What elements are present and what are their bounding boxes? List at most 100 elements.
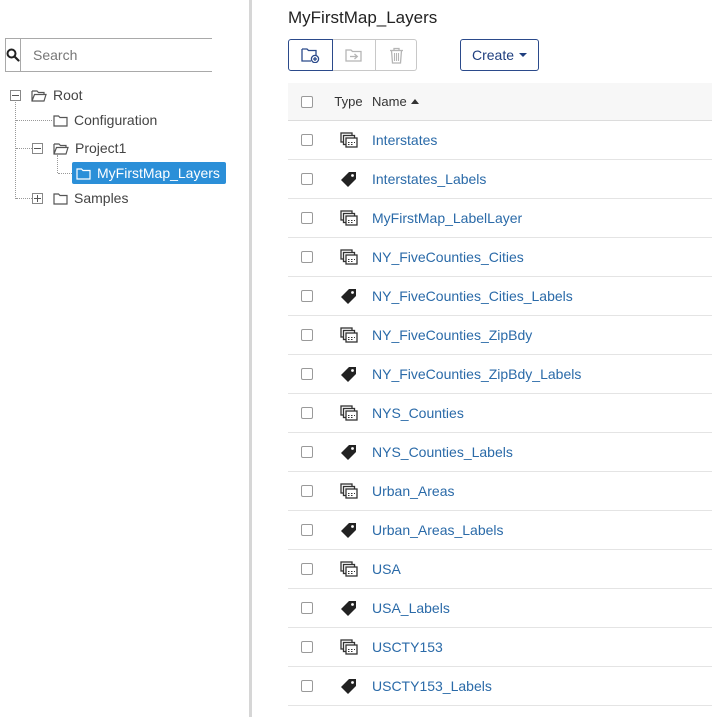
folder-icon: [76, 167, 91, 180]
tree-line: [15, 100, 16, 199]
search-icon: [6, 48, 20, 62]
table-row[interactable]: USA: [288, 550, 712, 589]
tree-node-samples[interactable]: Samples: [53, 187, 128, 209]
panel-splitter[interactable]: [249, 0, 252, 717]
table-body: Interstates Interstates_Labels MyFirstMap_…: [288, 121, 712, 706]
tree-line: [58, 173, 72, 174]
create-label: Create: [471, 47, 515, 63]
row-checkbox[interactable]: [300, 251, 313, 263]
layer-icon: [325, 326, 372, 344]
collapse-root-toggle[interactable]: [10, 90, 21, 101]
tag-icon: [325, 444, 372, 461]
page-title: MyFirstMap_Layers: [288, 8, 438, 27]
row-checkbox[interactable]: [300, 680, 313, 692]
search-input[interactable]: [21, 39, 214, 71]
sort-ascending-icon: [410, 99, 419, 105]
table-row[interactable]: NYS_Counties_Labels: [288, 433, 712, 472]
expand-samples-toggle[interactable]: [32, 193, 43, 204]
row-checkbox[interactable]: [300, 446, 313, 458]
table-row[interactable]: NY_FiveCounties_Cities: [288, 238, 712, 277]
item-name-link[interactable]: Urban_Areas_Labels: [372, 522, 504, 538]
create-dropdown-button[interactable]: Create: [460, 39, 539, 71]
row-checkbox[interactable]: [300, 368, 313, 380]
layer-icon: [325, 482, 372, 500]
new-folder-icon: [301, 48, 320, 63]
tree-node-label: MyFirstMap_Layers: [97, 165, 220, 181]
tree-node-label: Configuration: [74, 112, 158, 128]
tree-node-label: Samples: [74, 190, 129, 206]
row-checkbox[interactable]: [300, 602, 313, 614]
tree-node-myfirstmap-layers[interactable]: MyFirstMap_Layers: [72, 162, 226, 184]
item-name-link[interactable]: NY_FiveCounties_Cities_Labels: [372, 288, 573, 304]
move-button[interactable]: [333, 39, 376, 71]
item-name-link[interactable]: NY_FiveCounties_ZipBdy_Labels: [372, 366, 581, 382]
layer-icon: [325, 248, 372, 266]
select-all-checkbox[interactable]: [300, 95, 313, 108]
tree-node-configuration[interactable]: Configuration: [53, 109, 157, 131]
tag-icon: [325, 288, 372, 305]
layer-icon: [325, 638, 372, 656]
table-header: Type Name: [288, 83, 712, 121]
row-checkbox[interactable]: [300, 407, 313, 419]
item-name-link[interactable]: Interstates: [372, 132, 437, 148]
item-name-link[interactable]: MyFirstMap_LabelLayer: [372, 210, 522, 226]
row-checkbox[interactable]: [300, 134, 313, 146]
search-box: [5, 38, 214, 72]
item-name-link[interactable]: USA_Labels: [372, 600, 450, 616]
item-name-link[interactable]: USA: [372, 561, 401, 577]
column-header-name[interactable]: Name: [372, 94, 712, 109]
collapse-project1-toggle[interactable]: [32, 143, 43, 154]
left-panel: Root Configuration Project1 MyFirstMap_L…: [0, 0, 249, 717]
layer-icon: [325, 131, 372, 149]
table-row[interactable]: USCTY153: [288, 628, 712, 667]
item-name-link[interactable]: Urban_Areas: [372, 483, 455, 499]
table-row[interactable]: NY_FiveCounties_ZipBdy_Labels: [288, 355, 712, 394]
row-checkbox[interactable]: [300, 524, 313, 536]
table-row[interactable]: Urban_Areas_Labels: [288, 511, 712, 550]
item-name-link[interactable]: NYS_Counties_Labels: [372, 444, 513, 460]
row-checkbox[interactable]: [300, 173, 313, 185]
table-row[interactable]: Urban_Areas: [288, 472, 712, 511]
caret-down-icon: [519, 53, 528, 57]
tree-node-project1[interactable]: Project1: [53, 137, 126, 159]
row-checkbox[interactable]: [300, 563, 313, 575]
folder-icon: [53, 192, 68, 205]
table-row[interactable]: USA_Labels: [288, 589, 712, 628]
tag-icon: [325, 522, 372, 539]
search-button[interactable]: [6, 39, 21, 71]
table-row[interactable]: MyFirstMap_LabelLayer: [288, 199, 712, 238]
tree-node-root[interactable]: Root: [31, 84, 83, 106]
items-table: Type Name Interstates Interstates_Labels M…: [288, 83, 712, 706]
table-row[interactable]: NY_FiveCounties_Cities_Labels: [288, 277, 712, 316]
folder-open-icon: [31, 89, 47, 102]
row-checkbox[interactable]: [300, 212, 313, 224]
tag-icon: [325, 600, 372, 617]
item-name-link[interactable]: NYS_Counties: [372, 405, 464, 421]
new-folder-button[interactable]: [288, 39, 333, 71]
delete-button[interactable]: [376, 39, 417, 71]
row-checkbox[interactable]: [300, 329, 313, 341]
layer-icon: [325, 404, 372, 422]
tag-icon: [325, 678, 372, 695]
folder-icon: [53, 114, 68, 127]
table-row[interactable]: Interstates: [288, 121, 712, 160]
item-name-link[interactable]: NY_FiveCounties_Cities: [372, 249, 524, 265]
folder-tree: Root Configuration Project1 MyFirstMap_L…: [0, 80, 249, 220]
column-header-name-label: Name: [372, 94, 407, 109]
item-name-link[interactable]: USCTY153: [372, 639, 443, 655]
table-row[interactable]: Interstates_Labels: [288, 160, 712, 199]
table-row[interactable]: NY_FiveCounties_ZipBdy: [288, 316, 712, 355]
row-checkbox[interactable]: [300, 485, 313, 497]
item-name-link[interactable]: USCTY153_Labels: [372, 678, 492, 694]
table-row[interactable]: NYS_Counties: [288, 394, 712, 433]
toolbar: [288, 39, 417, 71]
table-row[interactable]: USCTY153_Labels: [288, 667, 712, 706]
column-header-type[interactable]: Type: [325, 94, 372, 109]
row-checkbox[interactable]: [300, 641, 313, 653]
row-checkbox[interactable]: [300, 290, 313, 302]
item-name-link[interactable]: Interstates_Labels: [372, 171, 486, 187]
tree-line: [16, 120, 52, 121]
trash-icon: [389, 47, 403, 64]
tag-icon: [325, 366, 372, 383]
item-name-link[interactable]: NY_FiveCounties_ZipBdy: [372, 327, 532, 343]
